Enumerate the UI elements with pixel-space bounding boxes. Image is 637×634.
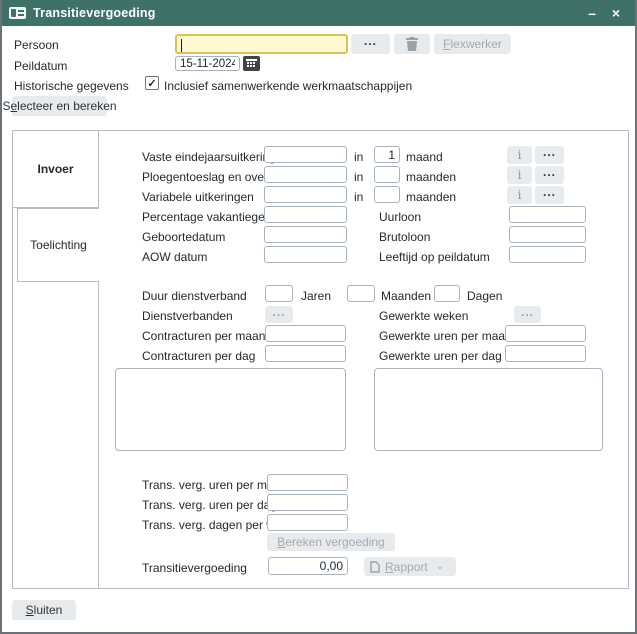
peildatum-label: Peildatum [14, 59, 67, 73]
persoon-label: Persoon [14, 38, 59, 52]
titlebar: Transitievergoeding – × [0, 0, 637, 26]
variabele-periode-input[interactable] [374, 186, 400, 203]
geboortedatum-label: Geboortedatum [142, 230, 225, 244]
ellipsis-icon: ... [521, 308, 534, 322]
persoon-input[interactable] [175, 34, 348, 54]
duur-dagen-input[interactable] [434, 285, 460, 302]
geboortedatum-input[interactable] [264, 226, 347, 243]
person-card-icon [9, 7, 26, 19]
gewerkte-uren-per-maand-label: Gewerkte uren per maand [379, 329, 518, 343]
dienstverbanden-label: Dienstverbanden [142, 309, 233, 323]
dienstverbanden-listbox[interactable] [115, 368, 346, 451]
brutoloon-input[interactable] [509, 226, 586, 243]
transitievergoeding-label: Transitievergoeding [142, 561, 247, 575]
ellipsis-icon: ... [364, 37, 377, 51]
in-label-2: in [354, 170, 363, 184]
dienstverbanden-browse-button[interactable]: ... [265, 306, 293, 323]
minimize-button[interactable]: – [580, 0, 604, 26]
tab-invoer[interactable]: Invoer [12, 130, 98, 208]
contracturen-per-dag-label: Contracturen per dag [142, 349, 255, 363]
text-caret [181, 39, 182, 52]
historische-checkbox[interactable]: ✓ [145, 76, 159, 90]
ploegen-periode-input[interactable] [374, 166, 400, 183]
selecteer-en-bereken-button[interactable]: Selecteer en bereken [12, 96, 107, 116]
document-icon [370, 561, 380, 573]
persoon-browse-button[interactable]: ... [351, 34, 390, 54]
info-icon: i [518, 148, 522, 162]
rapport-dropdown-button[interactable]: Rapport ⌄ [364, 557, 456, 576]
ellipsis-icon: ... [543, 148, 556, 162]
contracturen-per-dag-input[interactable] [265, 345, 346, 362]
duur-maanden-input[interactable] [347, 285, 375, 302]
aow-datum-label: AOW datum [142, 250, 207, 264]
variabele-info-button[interactable]: i [507, 186, 532, 204]
ploegen-browse-button[interactable]: ... [535, 166, 564, 184]
brutoloon-label: Brutoloon [379, 230, 430, 244]
tv-uren-per-dag-input[interactable] [267, 494, 348, 511]
vaste-browse-button[interactable]: ... [535, 146, 564, 164]
contracturen-per-maand-label: Contracturen per maand [142, 329, 272, 343]
window-title: Transitievergoeding [33, 6, 156, 20]
ellipsis-icon: ... [543, 168, 556, 182]
gewerkte-weken-browse-button[interactable]: ... [514, 306, 541, 323]
variabele-uitkeringen-label: Variabele uitkeringen [142, 190, 254, 204]
trash-icon [406, 37, 418, 51]
duur-jaren-input[interactable] [265, 285, 293, 302]
ellipsis-icon: ... [272, 308, 285, 322]
transitievergoeding-dialog: Transitievergoeding – × Persoon ... Flex… [0, 0, 637, 634]
transitievergoeding-input[interactable] [268, 557, 348, 575]
peildatum-input[interactable] [175, 56, 240, 71]
flexwerker-button[interactable]: Flexwerker [434, 34, 511, 54]
gewerkte-uren-per-dag-input[interactable] [505, 345, 586, 362]
uurloon-label: Uurloon [379, 210, 421, 224]
bereken-vergoeding-button[interactable]: Bereken vergoeding [267, 533, 395, 551]
inclusief-checkbox-label[interactable]: Inclusief samenwerkende werkmaatschappij… [164, 79, 412, 93]
maanden-label: Maanden [381, 289, 431, 303]
contracturen-per-maand-input[interactable] [265, 325, 346, 342]
vaste-eindejaarsuitkering-label: Vaste eindejaarsuitkering [142, 150, 276, 164]
tv-dagen-per-week-input[interactable] [267, 514, 348, 531]
maanden-unit-label-2: maanden [406, 190, 456, 204]
gewerkte-weken-label: Gewerkte weken [379, 309, 468, 323]
vaste-periode-input[interactable] [374, 146, 400, 163]
tv-uren-per-dag-label: Trans. verg. uren per dag [142, 498, 277, 512]
check-icon: ✓ [147, 77, 156, 90]
ploegentoeslag-input[interactable] [264, 166, 347, 183]
in-label-3: in [354, 190, 363, 204]
gewerkte-weken-listbox[interactable] [374, 368, 603, 451]
persoon-delete-button[interactable] [394, 34, 430, 54]
uurloon-input[interactable] [509, 206, 586, 223]
info-icon: i [518, 188, 522, 202]
gewerkte-uren-per-dag-label: Gewerkte uren per dag [379, 349, 502, 363]
leeftijd-op-peildatum-label: Leeftijd op peildatum [379, 250, 490, 264]
vaste-info-button[interactable]: i [507, 146, 532, 164]
vaste-eindejaarsuitkering-input[interactable] [264, 146, 347, 163]
tab-toelichting[interactable]: Toelichting [17, 208, 99, 282]
variabele-uitkeringen-input[interactable] [264, 186, 347, 203]
leeftijd-op-peildatum-input[interactable] [509, 246, 586, 263]
historische-gegevens-label: Historische gegevens [14, 79, 129, 93]
jaren-label: Jaren [301, 289, 331, 303]
percentage-vakantiegeld-input[interactable] [264, 206, 347, 223]
dagen-label: Dagen [467, 289, 502, 303]
maanden-unit-label-1: maanden [406, 170, 456, 184]
close-button[interactable]: × [604, 0, 628, 26]
percentage-vakantiegeld-label: Percentage vakantiegeld [142, 210, 274, 224]
tv-uren-per-maand-input[interactable] [267, 474, 348, 491]
gewerkte-uren-per-maand-input[interactable] [505, 325, 586, 342]
tab-separator [98, 131, 99, 588]
maand-unit-label: maand [406, 150, 443, 164]
in-label-1: in [354, 150, 363, 164]
sluiten-button[interactable]: Sluiten [12, 600, 76, 620]
ellipsis-icon: ... [543, 188, 556, 202]
duur-dienstverband-label: Duur dienstverband [142, 289, 247, 303]
ploegen-info-button[interactable]: i [507, 166, 532, 184]
info-icon: i [518, 168, 522, 182]
aow-datum-input[interactable] [264, 246, 347, 263]
variabele-browse-button[interactable]: ... [535, 186, 564, 204]
calendar-icon[interactable] [243, 56, 260, 71]
chevron-down-icon: ⌄ [436, 561, 444, 572]
